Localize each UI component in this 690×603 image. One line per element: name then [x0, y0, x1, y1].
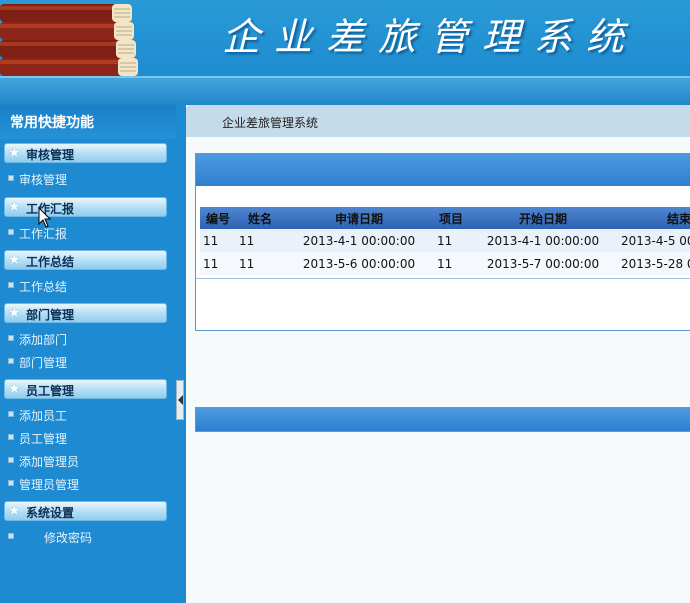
- star-icon: ★: [8, 145, 21, 161]
- sidebar-item-work-report[interactable]: 工作汇报: [0, 222, 170, 242]
- column-header-end-date: 结束: [618, 207, 690, 229]
- sidebar-item-label: 管理员管理: [19, 478, 80, 492]
- panel-divider: [196, 278, 690, 279]
- sidebar-group-employee[interactable]: ★ 员工管理: [4, 379, 167, 399]
- sidebar-group-system-settings[interactable]: ★ 系统设置: [4, 501, 167, 521]
- column-header-id: 编号: [200, 207, 236, 229]
- header-banner: 企业差旅管理系统: [0, 0, 690, 105]
- cell-id: 11: [200, 229, 236, 252]
- sidebar-group-department[interactable]: ★ 部门管理: [4, 303, 167, 323]
- sidebar-item-label: 员工管理: [19, 432, 68, 446]
- sidebar-item-change-password[interactable]: 修改密码: [0, 526, 170, 546]
- sidebar-item-employee-management[interactable]: 员工管理: [0, 427, 170, 447]
- cell-project: 11: [434, 229, 468, 252]
- sidebar-group-label: 审核管理: [26, 148, 75, 162]
- sidebar-item-add-department[interactable]: 添加部门: [0, 328, 170, 348]
- star-icon: ★: [8, 503, 21, 519]
- column-header-apply-date: 申请日期: [284, 207, 434, 229]
- cell-apply-date: 2013-4-1 00:00:00: [284, 229, 434, 252]
- bullet-icon: [8, 480, 14, 486]
- cell-end-date: 2013-5-28 00: [618, 252, 690, 275]
- breadcrumb: 企业差旅管理系统: [186, 105, 690, 137]
- table-header-row: 编号 姓名 申请日期 项目 开始日期 结束: [200, 207, 690, 229]
- sidebar-item-review-management[interactable]: 审核管理: [0, 168, 170, 188]
- sidebar-item-label: 修改密码: [44, 531, 93, 545]
- sidebar-item-admin-management[interactable]: 管理员管理: [0, 473, 170, 493]
- cell-name: 11: [236, 229, 284, 252]
- sidebar-gutter: [176, 105, 186, 603]
- sidebar-title: 常用快捷功能: [0, 105, 176, 139]
- bullet-icon: [8, 434, 14, 440]
- table-row[interactable]: 11 11 2013-5-6 00:00:00 11 2013-5-7 00:0…: [200, 252, 690, 275]
- cell-start-date: 2013-4-1 00:00:00: [468, 229, 618, 252]
- breadcrumb-title: 企业差旅管理系统: [222, 116, 319, 130]
- star-icon: ★: [8, 252, 21, 268]
- sidebar-item-label: 添加部门: [19, 333, 68, 347]
- cell-name: 11: [236, 252, 284, 275]
- column-header-start-date: 开始日期: [468, 207, 618, 229]
- star-icon: ★: [8, 305, 21, 321]
- bullet-icon: [8, 457, 14, 463]
- sidebar-group-label: 员工管理: [26, 384, 75, 398]
- arrow-left-icon: [178, 395, 183, 405]
- sidebar-item-label: 部门管理: [19, 356, 68, 370]
- column-header-project: 项目: [434, 207, 468, 229]
- sidebar-group-review[interactable]: ★ 审核管理: [4, 143, 167, 163]
- sidebar-item-label: 工作总结: [19, 280, 68, 294]
- sidebar-group-work-summary[interactable]: ★ 工作总结: [4, 250, 167, 270]
- panel-header-bar: [196, 154, 690, 186]
- star-icon: ★: [8, 381, 21, 397]
- cell-project: 11: [434, 252, 468, 275]
- app-title: 企业差旅管理系统: [222, 15, 639, 59]
- sidebar-group-label: 工作总结: [26, 255, 75, 269]
- sidebar-collapse-handle[interactable]: [176, 380, 184, 420]
- bullet-icon: [8, 175, 14, 181]
- records-table: 编号 姓名 申请日期 项目 开始日期 结束 11 11 2013-4-1 00:…: [200, 207, 690, 275]
- sidebar-item-work-summary[interactable]: 工作总结: [0, 275, 170, 295]
- bullet-icon: [8, 282, 14, 288]
- sidebar-group-label: 部门管理: [26, 308, 75, 322]
- books-logo-icon: [0, 4, 138, 76]
- bullet-icon: [8, 335, 14, 341]
- cell-id: 11: [200, 252, 236, 275]
- column-header-name: 姓名: [236, 207, 284, 229]
- table-row[interactable]: 11 11 2013-4-1 00:00:00 11 2013-4-1 00:0…: [200, 229, 690, 252]
- mouse-cursor-icon: [38, 207, 52, 228]
- records-panel: 编号 姓名 申请日期 项目 开始日期 结束 11 11 2013-4-1 00:…: [195, 153, 690, 331]
- main-content: 企业差旅管理系统 编号 姓名 申请日期 项目 开始日期 结束 11 11 201…: [186, 105, 690, 603]
- sidebar-group-label: 系统设置: [26, 506, 75, 520]
- sidebar-item-label: 审核管理: [19, 173, 68, 187]
- star-icon: ★: [8, 199, 21, 215]
- bullet-icon: [8, 229, 14, 235]
- cell-apply-date: 2013-5-6 00:00:00: [284, 252, 434, 275]
- panel-footer-bar: [195, 407, 690, 432]
- bullet-icon: [8, 358, 14, 364]
- sidebar-item-add-admin[interactable]: 添加管理员: [0, 450, 170, 470]
- sidebar-item-label: 添加管理员: [19, 455, 80, 469]
- cell-end-date: 2013-4-5 00:: [618, 229, 690, 252]
- bullet-icon: [8, 533, 14, 539]
- sidebar-item-label: 添加员工: [19, 409, 68, 423]
- sidebar-group-work-report[interactable]: ★ 工作汇报: [4, 197, 167, 217]
- cell-start-date: 2013-5-7 00:00:00: [468, 252, 618, 275]
- bullet-icon: [8, 411, 14, 417]
- sidebar: 常用快捷功能 ★ 审核管理 审核管理 ★ 工作汇报 工作汇报 ★ 工作总结 工作…: [0, 105, 176, 603]
- sidebar-item-add-employee[interactable]: 添加员工: [0, 404, 170, 424]
- sidebar-item-department-management[interactable]: 部门管理: [0, 351, 170, 371]
